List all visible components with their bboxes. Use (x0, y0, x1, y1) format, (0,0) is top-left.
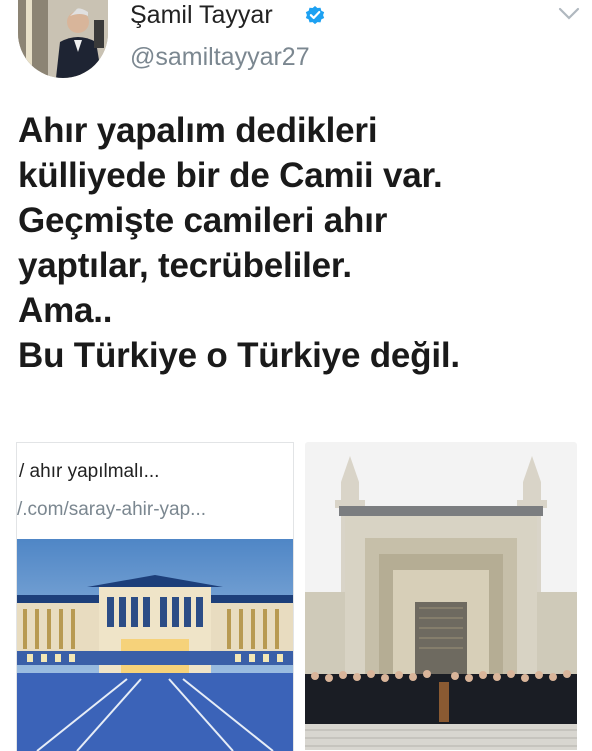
tweet-line: Ahır yapalım dedikleri (18, 111, 378, 150)
verified-badge-icon (305, 6, 325, 25)
link-card-url: /.com/saray-ahir-yap... (17, 499, 206, 520)
tweet-line: Ama.. (18, 291, 113, 330)
tweet-line: külliyede bir de Camii var. (18, 156, 443, 195)
link-card-title: / ahır yapılmalı... (19, 461, 160, 482)
tweet-line: Bu Türkiye o Türkiye değil. (18, 336, 460, 375)
chevron-down-icon[interactable] (557, 6, 581, 22)
tweet-text: Ahır yapalım dedikleri külliyede bir de … (18, 108, 588, 378)
avatar[interactable] (18, 0, 108, 78)
tweet-line: yaptılar, tecrübeliler. (18, 246, 352, 285)
tweet-line: Geçmişte camileri ahır (18, 201, 388, 240)
author-handle[interactable]: @samiltayyar27 (130, 43, 310, 72)
author-name[interactable]: Şamil Tayyar (130, 1, 273, 30)
mosque-photo[interactable] (305, 442, 577, 750)
link-card-image[interactable]: / ahır yapılmalı... /.com/saray-ahir-yap… (16, 442, 294, 751)
palace-photo (17, 539, 293, 751)
